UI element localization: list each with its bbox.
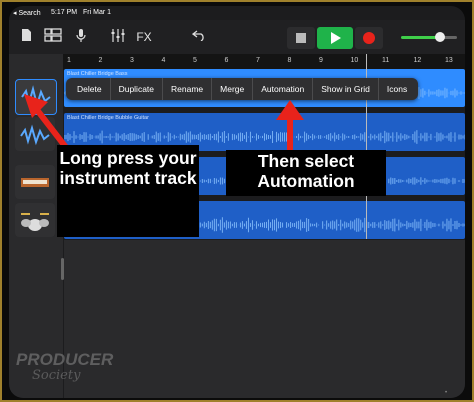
ruler-tick: 9 — [319, 57, 323, 64]
microphone-icon[interactable] — [75, 28, 87, 46]
ruler-tick: 3 — [130, 57, 134, 64]
producer-society-logo-script: Society — [32, 368, 81, 383]
record-button[interactable] — [355, 27, 383, 49]
menu-item-merge[interactable]: Merge — [212, 78, 254, 100]
mixer-icon[interactable] — [109, 28, 127, 46]
document-icon[interactable] — [19, 28, 33, 46]
ruler-tick: 1 — [67, 57, 71, 64]
menu-item-automation[interactable]: Automation — [253, 78, 314, 100]
ruler-tick: 6 — [224, 57, 229, 64]
master-volume-slider[interactable] — [401, 32, 457, 42]
ruler-tick: 8 — [287, 57, 292, 64]
menu-item-show-in-grid[interactable]: Show in Grid — [313, 78, 379, 100]
ruler-tick: 5 — [193, 57, 197, 64]
region-title: Blast Chiller Bridge Bubble Guitar — [67, 115, 149, 121]
ruler-tick: 12 — [413, 57, 422, 64]
menu-item-rename[interactable]: Rename — [163, 78, 213, 100]
status-time: 5:17 PM — [51, 9, 78, 16]
play-icon — [331, 32, 341, 44]
ruler-tick: 7 — [256, 57, 260, 64]
fx-button[interactable]: FX — [133, 28, 155, 46]
undo-icon[interactable] — [191, 28, 207, 46]
empty-track-area — [64, 240, 465, 398]
tracks-scrollbar[interactable] — [61, 258, 64, 280]
timeline-ruler[interactable]: 1 2 3 4 5 6 7 8 9 10 11 12 13 — [63, 54, 465, 70]
track-context-menu: Delete Duplicate Rename Merge Automation Show… — [66, 78, 419, 100]
status-bar: ◂ Search 5:17 PM Fri Mar 1 — [9, 6, 465, 20]
record-icon — [363, 32, 375, 44]
producer-society-logo: PRODUCER — [16, 350, 114, 369]
stop-button[interactable] — [287, 27, 315, 49]
drum-kit-icon[interactable] — [15, 203, 55, 237]
menu-item-duplicate[interactable]: Duplicate — [111, 78, 164, 100]
ruler-tick: 4 — [161, 57, 166, 64]
status-date: Fri Mar 1 — [83, 9, 111, 16]
track-view-icon[interactable] — [43, 28, 63, 46]
volume-slider-knob[interactable] — [435, 32, 445, 42]
back-to-search-link[interactable]: ◂ Search — [13, 9, 41, 17]
ipad-home-dots: • — [445, 390, 448, 396]
stop-icon — [296, 33, 306, 43]
ruler-tick: 11 — [382, 57, 390, 64]
instruction-caption-left: Long press your instrument track — [57, 145, 199, 237]
arrow-to-automation-icon — [276, 100, 304, 152]
instruction-caption-right: Then select Automation — [226, 150, 386, 196]
keyboard-icon[interactable] — [15, 165, 55, 199]
play-button[interactable] — [317, 27, 353, 49]
toolbar: FX — [9, 20, 465, 54]
ruler-tick: 13 — [445, 57, 453, 64]
ruler-tick: 10 — [350, 57, 359, 64]
ruler-tick: 2 — [98, 57, 103, 64]
menu-item-icons[interactable]: Icons — [379, 78, 415, 100]
region-title: Blast Chiller Bridge Bass — [67, 71, 128, 77]
